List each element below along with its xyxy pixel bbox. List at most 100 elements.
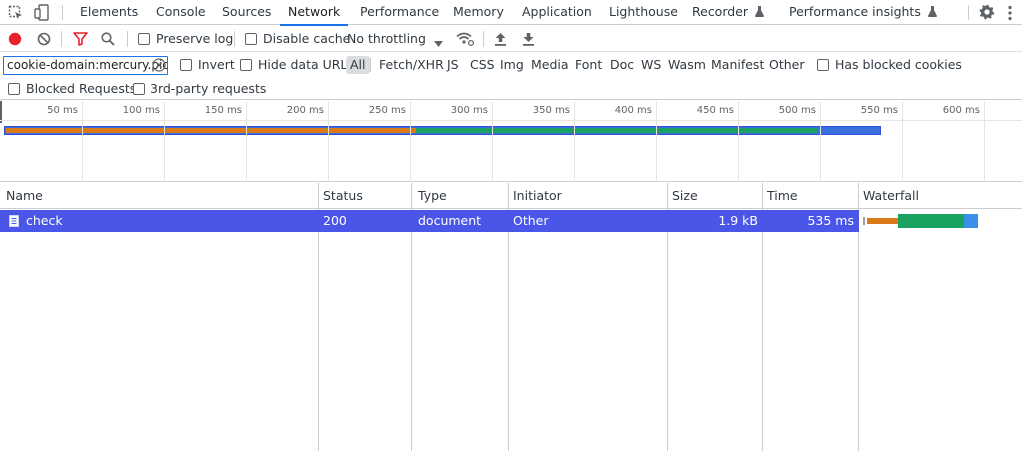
overview-tick-label: 550 ms <box>860 105 898 116</box>
waterfall-download-bar <box>898 214 964 228</box>
overview-tick-label: 250 ms <box>368 105 406 116</box>
type-filter-manifest[interactable]: Manifest <box>711 52 764 78</box>
tab-sources[interactable]: Sources <box>222 0 271 25</box>
type-filter-font[interactable]: Font <box>575 52 602 78</box>
overview-tick-label: 100 ms <box>122 105 160 116</box>
cell-initiator: Other <box>513 213 549 228</box>
preserve-log-checkbox[interactable] <box>138 33 150 45</box>
network-overview-timeline[interactable]: 50 ms 100 ms 150 ms 200 ms 250 ms 300 ms 350 m… <box>0 101 1022 182</box>
experiment-flask-icon <box>755 1 765 25</box>
overview-tick-label: 600 ms <box>942 105 980 116</box>
overview-gridline <box>328 101 329 182</box>
invert-label: Invert <box>198 57 235 72</box>
import-har-upload-icon[interactable] <box>494 32 507 46</box>
overview-tick-label: 50 ms <box>47 105 78 116</box>
tab-console[interactable]: Console <box>156 0 206 25</box>
cell-type: document <box>418 213 482 228</box>
tab-performance[interactable]: Performance <box>360 0 439 25</box>
type-filter-all[interactable]: All <box>346 56 370 74</box>
tab-application[interactable]: Application <box>522 0 592 25</box>
type-filter-js[interactable]: JS <box>447 52 459 78</box>
table-row[interactable]: check 200 document Other 1.9 kB 535 ms <box>0 210 1022 232</box>
document-icon <box>9 215 19 227</box>
tab-network[interactable]: Network <box>279 0 349 26</box>
tab-lighthouse[interactable]: Lighthouse <box>609 0 678 25</box>
tab-performance-insights[interactable]: Performance insights <box>789 0 937 25</box>
hide-data-urls-checkbox[interactable] <box>240 59 252 71</box>
column-header-size[interactable]: Size <box>668 183 698 209</box>
tab-recorder[interactable]: Recorder <box>692 0 765 25</box>
has-blocked-cookies-checkbox[interactable] <box>817 59 829 71</box>
overview-gridline <box>164 101 165 182</box>
overview-tick-label: 200 ms <box>286 105 324 116</box>
third-party-requests-checkbox[interactable] <box>133 83 145 95</box>
device-toolbar-icon[interactable] <box>34 4 50 21</box>
cell-time: 535 ms <box>807 213 854 228</box>
overview-gridline <box>656 101 657 182</box>
type-filter-other[interactable]: Other <box>769 52 805 78</box>
search-icon[interactable] <box>101 32 115 46</box>
type-filter-doc[interactable]: Doc <box>610 52 634 78</box>
disable-cache-checkbox[interactable] <box>245 33 257 45</box>
overview-tick-label: 150 ms <box>204 105 242 116</box>
tab-performance-insights-label: Performance insights <box>789 4 921 19</box>
devtools-tab-bar: Elements Console Sources Network Perform… <box>0 0 1022 26</box>
tab-recorder-label: Recorder <box>692 4 749 19</box>
column-header-initiator[interactable]: Initiator <box>509 183 562 209</box>
waterfall-cell <box>859 210 1022 232</box>
filter-input[interactable]: cookie-domain:mercury.pic <box>3 56 168 75</box>
hide-data-urls-label: Hide data URLs <box>258 57 354 72</box>
settings-gear-icon[interactable] <box>979 4 995 20</box>
waterfall-waiting-bar <box>867 218 898 224</box>
type-filter-media[interactable]: Media <box>531 52 569 78</box>
more-options-icon[interactable] <box>1007 5 1013 21</box>
cell-status: 200 <box>323 213 347 228</box>
column-header-waterfall[interactable]: Waterfall <box>859 183 919 209</box>
overview-gridline <box>984 101 985 182</box>
clear-icon[interactable] <box>37 32 51 46</box>
blocked-requests-label: Blocked Requests <box>26 81 137 96</box>
throttling-value: No throttling <box>347 31 426 46</box>
inspect-element-icon[interactable] <box>8 5 24 21</box>
cell-name: check <box>26 213 63 228</box>
overview-gridline <box>820 101 821 182</box>
network-toolbar: Preserve log Disable cache No throttling <box>0 26 1022 52</box>
filter-icon[interactable] <box>73 32 88 46</box>
column-header-status[interactable]: Status <box>319 183 363 209</box>
column-header-name[interactable]: Name <box>2 183 43 209</box>
requests-table: Name Status Type Initiator Size Time Wat… <box>0 183 1022 451</box>
overview-gridline <box>574 101 575 182</box>
overview-gridline <box>246 101 247 182</box>
type-filter-img[interactable]: Img <box>500 52 524 78</box>
record-icon[interactable] <box>8 32 22 46</box>
type-filter-wasm[interactable]: Wasm <box>668 52 706 78</box>
cell-size: 1.9 kB <box>718 213 758 228</box>
overview-axis-line <box>0 120 1022 121</box>
overview-gridline <box>902 101 903 182</box>
tab-memory[interactable]: Memory <box>453 0 504 25</box>
throttling-select[interactable]: No throttling <box>347 26 426 52</box>
overview-tick-label: 450 ms <box>696 105 734 116</box>
overview-tick-label: 300 ms <box>450 105 488 116</box>
overview-tick-label: 350 ms <box>532 105 570 116</box>
blocked-requests-checkbox[interactable] <box>8 83 20 95</box>
type-filter-ws[interactable]: WS <box>641 52 661 78</box>
third-party-requests-label: 3rd-party requests <box>150 81 267 96</box>
overview-gridline <box>492 101 493 182</box>
waterfall-queue-tick <box>863 217 865 225</box>
type-filter-fetch-xhr[interactable]: Fetch/XHR <box>379 52 444 78</box>
column-header-type[interactable]: Type <box>414 183 447 209</box>
export-har-download-icon[interactable] <box>522 32 535 46</box>
overview-tick-label: 400 ms <box>614 105 652 116</box>
column-header-time[interactable]: Time <box>763 183 798 209</box>
filter-bar-secondary: Blocked Requests 3rd-party requests <box>0 78 1022 100</box>
overview-waiting-segment <box>6 128 416 133</box>
invert-checkbox[interactable] <box>180 59 192 71</box>
waterfall-end-bar <box>964 214 978 228</box>
overview-gridline <box>738 101 739 182</box>
clear-filter-icon[interactable] <box>152 58 166 72</box>
network-conditions-wifi-icon[interactable] <box>456 32 475 47</box>
tab-elements[interactable]: Elements <box>80 0 138 25</box>
type-filter-css[interactable]: CSS <box>470 52 495 78</box>
experiment-flask-icon <box>927 1 937 25</box>
